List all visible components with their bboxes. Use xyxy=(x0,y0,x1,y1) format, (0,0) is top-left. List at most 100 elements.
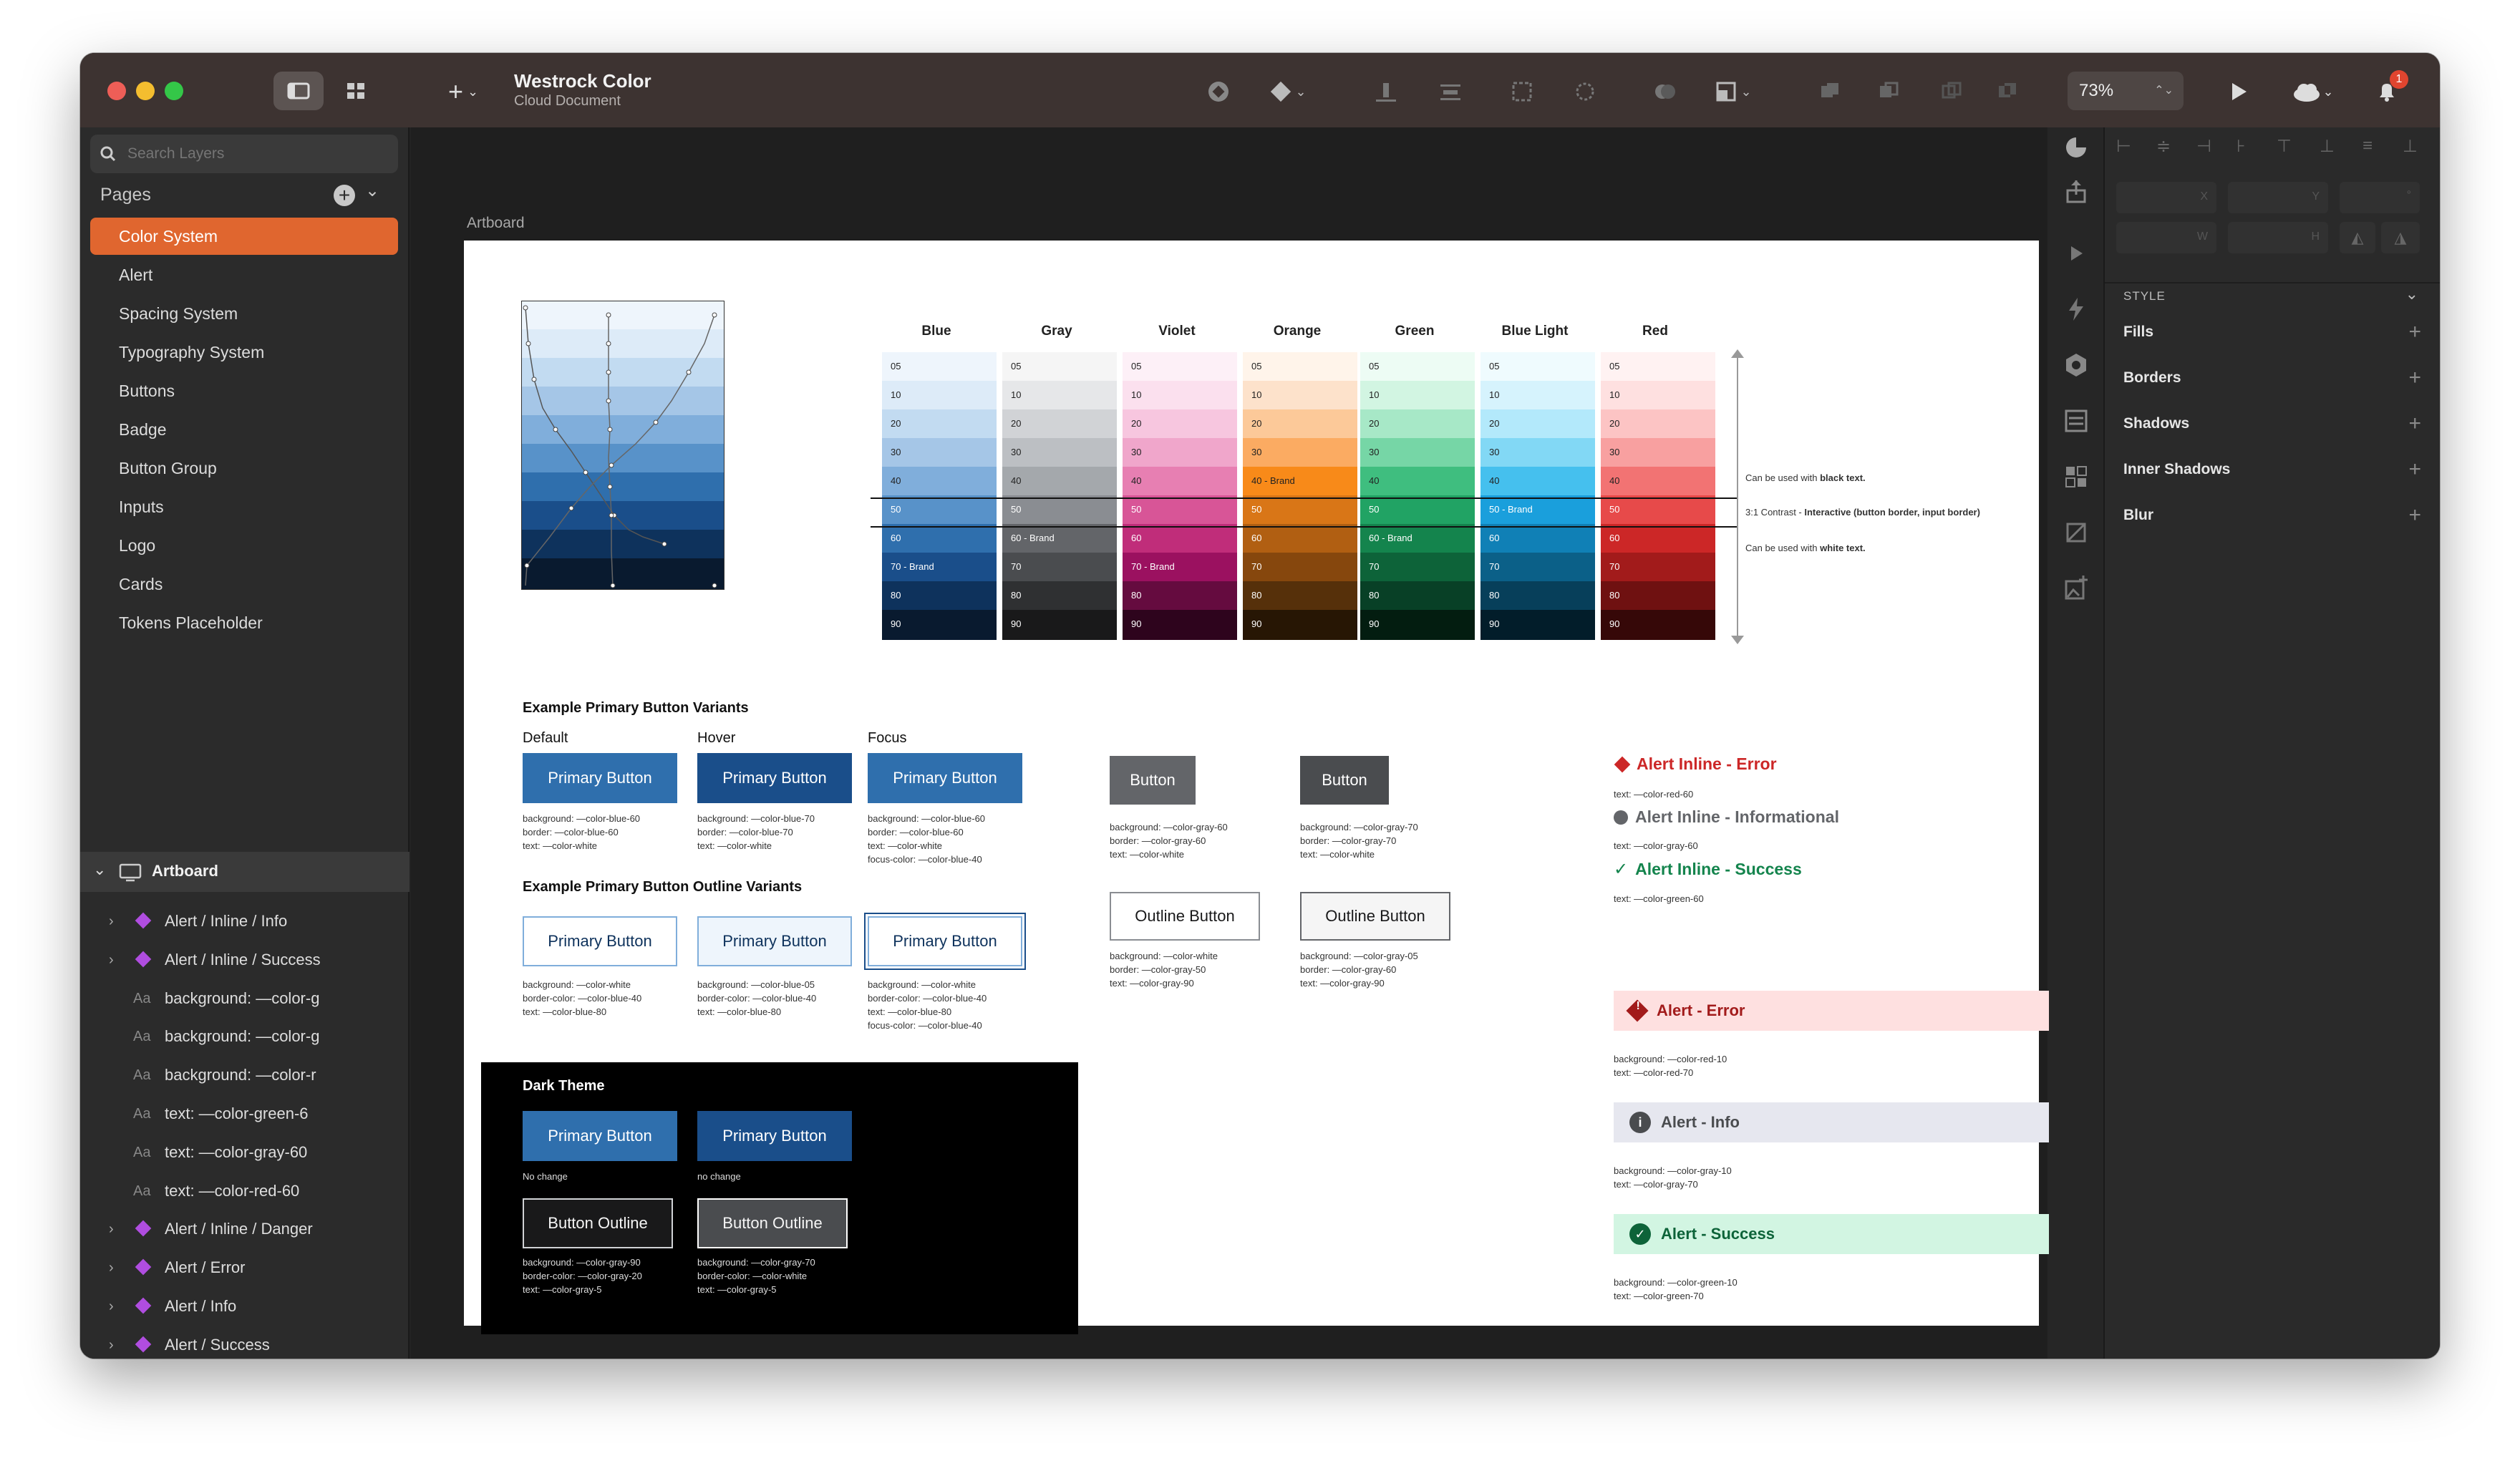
color-swatch[interactable]: 70 xyxy=(1601,553,1715,581)
color-swatch[interactable]: 20 xyxy=(1360,409,1475,438)
cloud-icon[interactable]: ⌄ xyxy=(2284,74,2341,109)
add-page-button[interactable]: + xyxy=(334,185,355,206)
chevron-right-icon[interactable]: › xyxy=(109,902,114,941)
color-swatch[interactable]: 05 xyxy=(1480,352,1595,381)
outline-button-focus[interactable]: Primary Button xyxy=(868,916,1022,966)
color-swatch[interactable]: 90 xyxy=(882,610,997,640)
resize-frame-icon[interactable] xyxy=(1505,74,1539,109)
color-swatch[interactable]: 50 xyxy=(1601,495,1715,524)
gray-outline-button-hover[interactable]: Outline Button xyxy=(1300,892,1450,941)
lightning-icon[interactable] xyxy=(2062,295,2090,324)
prototype-play-icon[interactable] xyxy=(2062,239,2090,268)
crop-icon[interactable] xyxy=(2062,518,2090,547)
flip-vertical-button[interactable]: ◮ xyxy=(2381,222,2420,253)
y-field[interactable]: Y xyxy=(2228,182,2328,213)
color-swatch[interactable]: 50 - Brand xyxy=(1480,495,1595,524)
color-swatch[interactable]: 40 xyxy=(1480,467,1595,495)
primary-button-default[interactable]: Primary Button xyxy=(523,753,677,803)
layer-row[interactable]: › Alert / Info xyxy=(80,1287,410,1326)
outline-button-default[interactable]: Primary Button xyxy=(523,916,677,966)
layer-row[interactable]: › Alert / Inline / Success xyxy=(80,941,410,979)
dark-primary-button-hover[interactable]: Primary Button xyxy=(697,1111,852,1161)
distribute-icon[interactable] xyxy=(1433,74,1468,109)
color-swatch[interactable]: 80 xyxy=(1002,581,1117,610)
close-window-button[interactable] xyxy=(107,82,126,100)
color-swatch[interactable]: 50 xyxy=(1123,495,1237,524)
color-swatch[interactable]: 40 xyxy=(1002,467,1117,495)
color-swatch[interactable]: 30 xyxy=(1601,438,1715,467)
dark-outline-button-hover[interactable]: Button Outline xyxy=(697,1198,848,1248)
layer-row[interactable]: Aa text: —color-red-60 xyxy=(80,1172,410,1210)
color-swatch[interactable]: 30 xyxy=(1360,438,1475,467)
primary-button-focus[interactable]: Primary Button xyxy=(868,753,1022,803)
color-swatch[interactable]: 10 xyxy=(1360,381,1475,409)
color-swatch[interactable]: 05 xyxy=(1601,352,1715,381)
color-swatch[interactable]: 90 xyxy=(1002,610,1117,640)
align-center-h-icon[interactable]: ≑ xyxy=(2156,136,2171,157)
color-swatch[interactable]: 10 xyxy=(882,381,997,409)
page-item[interactable]: Inputs xyxy=(90,488,398,525)
color-swatch[interactable]: 70 xyxy=(1243,553,1357,581)
chevron-right-icon[interactable]: › xyxy=(109,1248,114,1287)
page-item[interactable]: Cards xyxy=(90,565,398,603)
align-top-icon[interactable]: ⊤ xyxy=(2277,136,2292,157)
distribute-v-icon[interactable]: ≡ xyxy=(2362,136,2373,156)
add-icon[interactable]: + xyxy=(2408,366,2421,389)
color-swatch[interactable]: 30 xyxy=(1243,438,1357,467)
color-swatch[interactable]: 80 xyxy=(1601,581,1715,610)
color-swatch[interactable]: 40 xyxy=(882,467,997,495)
dark-primary-button-default[interactable]: Primary Button xyxy=(523,1111,677,1161)
component-icon[interactable] xyxy=(2062,351,2090,379)
minimize-window-button[interactable] xyxy=(136,82,155,100)
color-swatch[interactable]: 40 xyxy=(1601,467,1715,495)
color-swatch[interactable]: 90 xyxy=(1243,610,1357,640)
color-swatch[interactable]: 20 xyxy=(1243,409,1357,438)
page-item[interactable]: Spacing System xyxy=(90,295,398,332)
grid-view-button[interactable] xyxy=(331,72,381,110)
subtract-icon[interactable] xyxy=(1871,74,1906,109)
color-swatch[interactable]: 80 xyxy=(1123,581,1237,610)
zoom-select[interactable]: 73% ⌃⌄ xyxy=(2068,72,2184,110)
layer-row[interactable]: Aa text: —color-green-6 xyxy=(80,1094,410,1133)
color-swatch[interactable]: 05 xyxy=(882,352,997,381)
align-middle-icon[interactable]: ⊥ xyxy=(2320,136,2335,157)
chevron-down-icon[interactable]: ⌄ xyxy=(93,860,106,879)
color-swatch[interactable]: 50 xyxy=(1243,495,1357,524)
color-swatch[interactable]: 60 xyxy=(1123,524,1237,553)
gray-button-hover[interactable]: Button xyxy=(1300,756,1389,805)
search-layers-field[interactable] xyxy=(90,135,398,173)
align-right-icon[interactable]: ⊣ xyxy=(2196,136,2211,157)
color-swatch[interactable]: 70 xyxy=(1480,553,1595,581)
page-item[interactable]: Badge xyxy=(90,411,398,448)
color-swatch[interactable]: 50 xyxy=(1002,495,1117,524)
color-swatch[interactable]: 90 xyxy=(1480,610,1595,640)
layer-row[interactable]: › Alert / Inline / Info xyxy=(80,902,410,941)
color-swatch[interactable]: 80 xyxy=(1360,581,1475,610)
color-swatch[interactable]: 60 xyxy=(1601,524,1715,553)
color-swatch[interactable]: 70 - Brand xyxy=(882,553,997,581)
gray-button-default[interactable]: Button xyxy=(1110,756,1196,805)
color-swatch[interactable]: 05 xyxy=(1360,352,1475,381)
page-item[interactable]: Color System xyxy=(90,218,398,255)
color-swatch[interactable]: 80 xyxy=(1480,581,1595,610)
color-swatch[interactable]: 20 xyxy=(1480,409,1595,438)
color-swatch[interactable]: 40 xyxy=(1123,467,1237,495)
layer-row[interactable]: Aa background: —color-g xyxy=(80,1017,410,1056)
page-item[interactable]: Tokens Placeholder xyxy=(90,604,398,641)
color-swatch[interactable]: 10 xyxy=(1480,381,1595,409)
color-swatch[interactable]: 20 xyxy=(882,409,997,438)
boolean-icon[interactable] xyxy=(1648,74,1682,109)
add-icon[interactable]: + xyxy=(2408,504,2421,527)
layer-row[interactable]: Aa background: —color-g xyxy=(80,979,410,1018)
color-swatch[interactable]: 40 - Brand xyxy=(1243,467,1357,495)
insert-button[interactable]: + ⌄ xyxy=(438,74,488,109)
color-swatch[interactable]: 10 xyxy=(1002,381,1117,409)
color-swatch[interactable]: 30 xyxy=(1480,438,1595,467)
chevron-right-icon[interactable]: › xyxy=(109,1210,114,1248)
layout-icon[interactable] xyxy=(2062,407,2090,435)
height-field[interactable]: H xyxy=(2228,222,2328,253)
color-swatch[interactable]: 30 xyxy=(1123,438,1237,467)
align-bottom-icon[interactable] xyxy=(1369,74,1403,109)
layers-header[interactable]: ⌄ Artboard xyxy=(80,852,410,892)
zoom-window-button[interactable] xyxy=(165,82,183,100)
